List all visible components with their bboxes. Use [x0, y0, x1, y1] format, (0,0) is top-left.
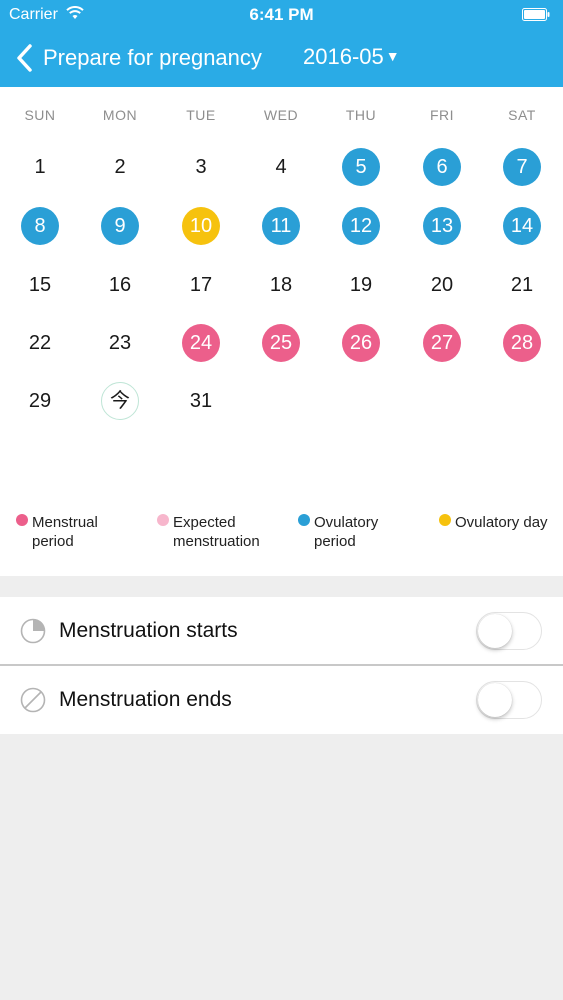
calendar-day[interactable]: 19: [342, 266, 380, 304]
calendar-day[interactable]: 31: [182, 382, 220, 420]
calendar-day[interactable]: 22: [21, 324, 59, 362]
toggle-knob: [478, 683, 512, 717]
legend-dot-expected-icon: [157, 514, 169, 526]
battery-icon: [522, 8, 550, 21]
status-time: 6:41 PM: [249, 5, 314, 24]
nav-bar: Prepare for pregnancy 2016-05 ▼: [0, 30, 563, 87]
menstruation-starts-toggle[interactable]: [476, 612, 542, 650]
calendar-day[interactable]: 25: [262, 324, 300, 362]
divider: [0, 664, 563, 666]
calendar-day[interactable]: 4: [262, 148, 300, 186]
weekday-tue: TUE: [186, 107, 216, 123]
weekday-sat: SAT: [508, 107, 536, 123]
setting-row-menstruation-ends[interactable]: Menstruation ends: [0, 666, 563, 734]
calendar-day[interactable]: 28: [503, 324, 541, 362]
slash-circle-icon: [20, 687, 46, 713]
calendar-day[interactable]: 10: [182, 207, 220, 245]
calendar-day[interactable]: 21: [503, 266, 541, 304]
pie-icon: [20, 618, 46, 644]
calendar-day[interactable]: 17: [182, 266, 220, 304]
page-title[interactable]: Prepare for pregnancy: [43, 45, 262, 71]
weekday-fri: FRI: [429, 107, 455, 123]
calendar-day[interactable]: 6: [423, 148, 461, 186]
legend-label: Menstrual period: [32, 514, 98, 550]
calendar-day[interactable]: 5: [342, 148, 380, 186]
calendar-day[interactable]: 20: [423, 266, 461, 304]
legend-dot-ovulatory-day-icon: [439, 514, 451, 526]
weekday-sun: SUN: [24, 107, 56, 123]
weekday-header: SUN MON TUE WED THU FRI SAT: [0, 107, 563, 127]
legend-dot-ovulatory-icon: [298, 514, 310, 526]
legend-dot-menstrual-icon: [16, 514, 28, 526]
status-bar: Carrier 6:41 PM: [0, 0, 563, 30]
back-chevron-icon[interactable]: [14, 43, 36, 73]
calendar-day[interactable]: 26: [342, 324, 380, 362]
legend-label: Expected menstruation: [173, 514, 260, 550]
legend-label: Ovulatory period: [314, 514, 379, 550]
month-label: 2016-05: [303, 44, 384, 69]
legend-label: Ovulatory day: [455, 514, 548, 531]
calendar-day[interactable]: 13: [423, 207, 461, 245]
calendar-day[interactable]: 15: [21, 266, 59, 304]
weekday-thu: THU: [345, 107, 377, 123]
menstruation-ends-toggle[interactable]: [476, 681, 542, 719]
calendar-day-today[interactable]: 今: [101, 382, 139, 420]
calendar-day[interactable]: 7: [503, 148, 541, 186]
calendar-day[interactable]: 29: [21, 382, 59, 420]
calendar-day[interactable]: 18: [262, 266, 300, 304]
setting-label: Menstruation ends: [59, 688, 232, 711]
calendar: SUN MON TUE WED THU FRI SAT 1 2 3 4 5 6 7 8 9 10 11 12 13 1…: [0, 87, 563, 576]
calendar-day[interactable]: 23: [101, 324, 139, 362]
legend: Menstrual period Expected menstruation O…: [0, 511, 563, 561]
calendar-day[interactable]: 8: [21, 207, 59, 245]
weekday-mon: MON: [102, 107, 138, 123]
calendar-day[interactable]: 1: [21, 148, 59, 186]
toggle-knob: [478, 614, 512, 648]
calendar-day[interactable]: 14: [503, 207, 541, 245]
header: Carrier 6:41 PM Prepare for pregnancy 20…: [0, 0, 563, 87]
calendar-day[interactable]: 16: [101, 266, 139, 304]
setting-row-menstruation-starts[interactable]: Menstruation starts: [0, 597, 563, 665]
calendar-day[interactable]: 2: [101, 148, 139, 186]
calendar-day[interactable]: 9: [101, 207, 139, 245]
weekday-wed: WED: [263, 107, 299, 123]
setting-label: Menstruation starts: [59, 619, 238, 642]
calendar-day[interactable]: 3: [182, 148, 220, 186]
calendar-day[interactable]: 27: [423, 324, 461, 362]
calendar-day[interactable]: 12: [342, 207, 380, 245]
caret-down-icon: ▼: [385, 48, 400, 64]
month-selector[interactable]: 2016-05 ▼: [303, 44, 400, 70]
calendar-day[interactable]: 11: [262, 207, 300, 245]
calendar-day[interactable]: 24: [182, 324, 220, 362]
